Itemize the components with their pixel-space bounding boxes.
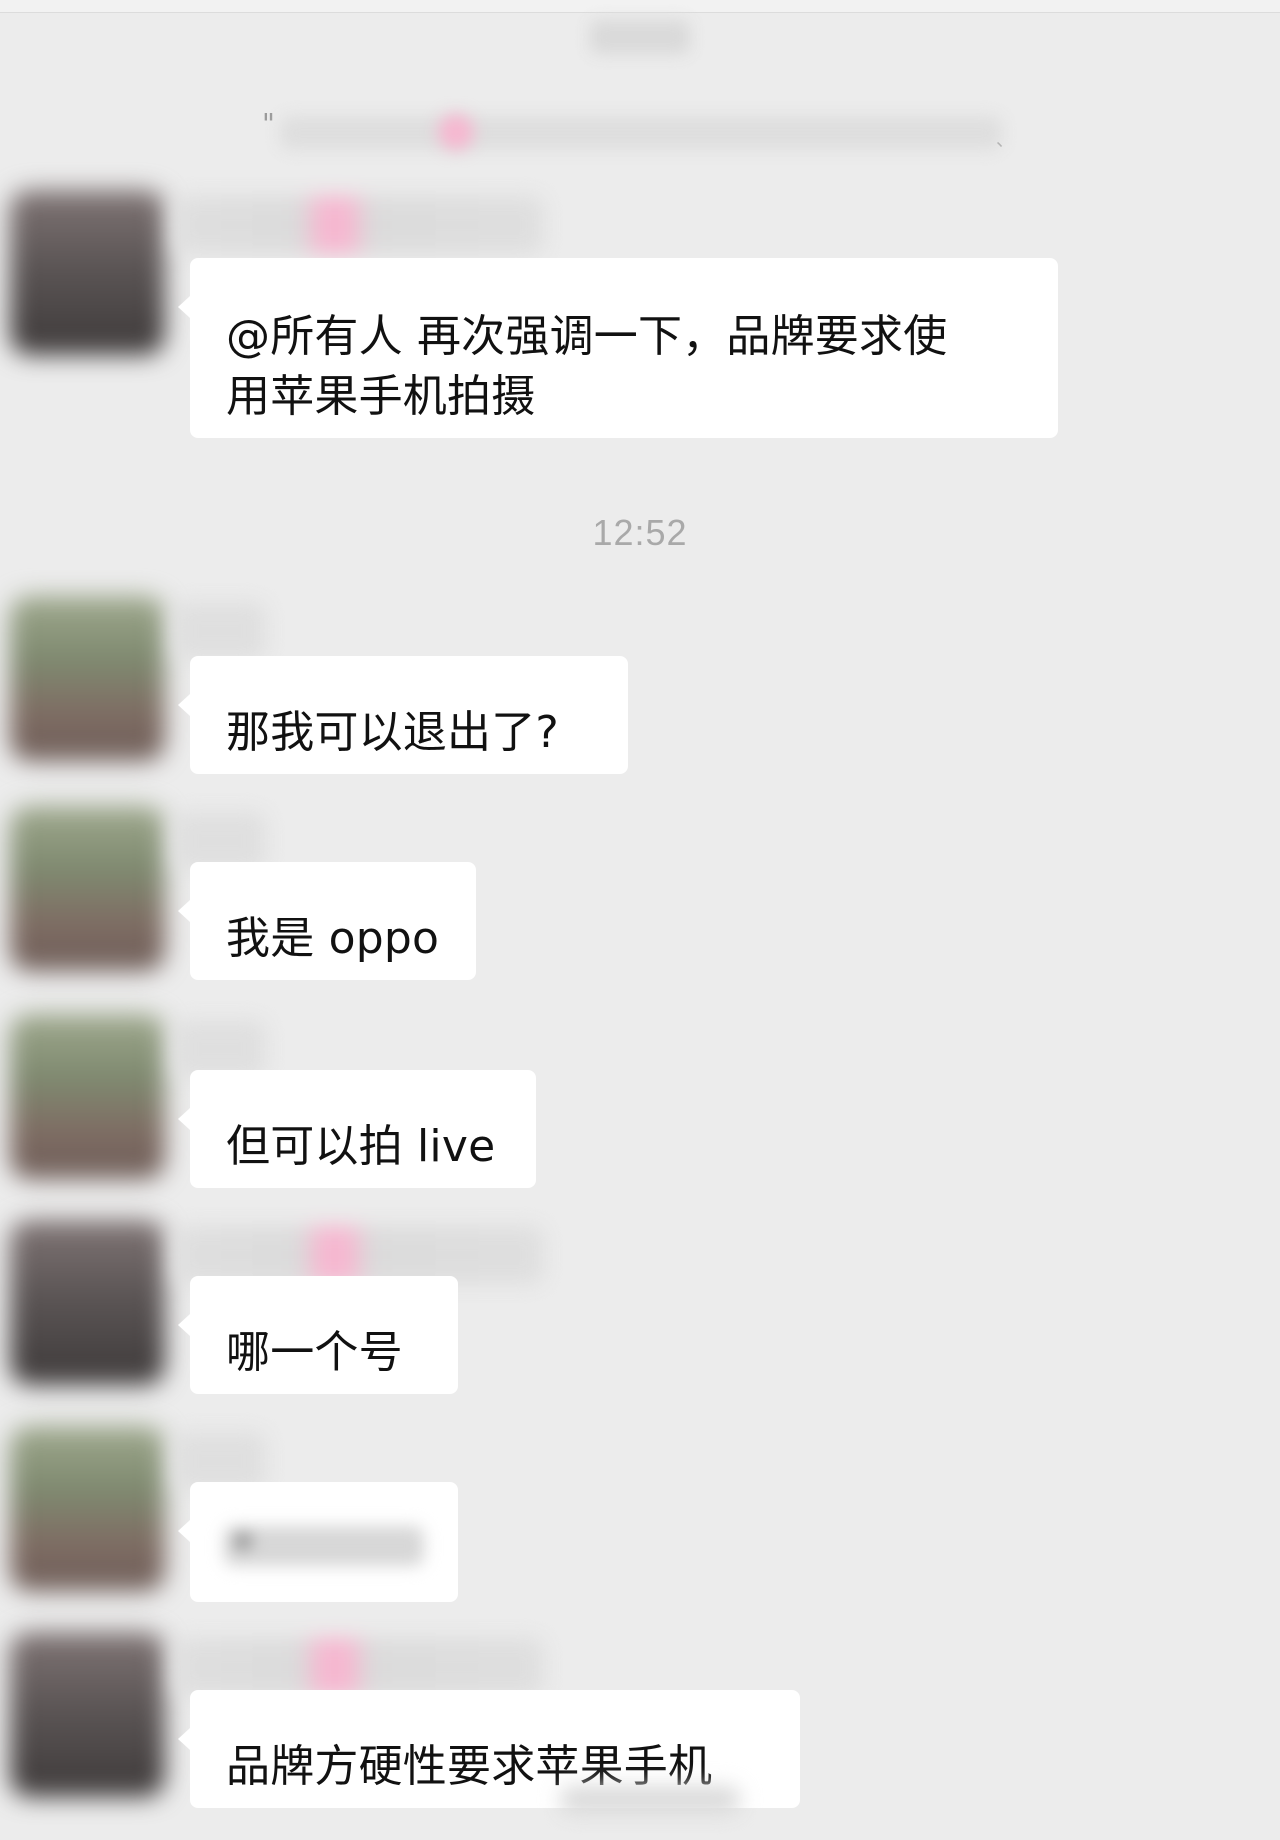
blurred-header-text	[590, 20, 690, 54]
blurred-sender-name	[174, 1638, 544, 1696]
message-bubble[interactable]: 但可以拍 live	[178, 1070, 536, 1188]
avatar[interactable]	[10, 1014, 165, 1179]
avatar[interactable]	[10, 806, 165, 971]
message-bubble[interactable]: 哪一个号	[178, 1276, 458, 1394]
chat-timestamp: 12:52	[592, 512, 688, 553]
message-text: @所有人 再次强调一下，品牌要求使 用苹果手机拍摄	[226, 311, 948, 422]
avatar[interactable]	[10, 596, 165, 761]
message-bubble[interactable]	[178, 1482, 458, 1602]
blurred-message-text	[224, 1526, 424, 1566]
blurred-quoted-text	[280, 116, 1002, 150]
avatar[interactable]	[10, 190, 165, 355]
blurred-sender-name	[174, 602, 266, 660]
message-text: 哪一个号	[226, 1327, 403, 1378]
message-text: 但可以拍 live	[226, 1121, 496, 1172]
message-bubble[interactable]: @所有人 再次强调一下，品牌要求使 用苹果手机拍摄	[178, 258, 1058, 438]
message-text: 我是 oppo	[226, 913, 440, 964]
blurred-pink-emoji	[438, 114, 474, 150]
quoted-message-strip[interactable]: " 、	[262, 107, 1014, 156]
message-bubble[interactable]: 那我可以退出了?	[178, 656, 628, 774]
quote-mark: "	[262, 107, 275, 140]
message-bubble[interactable]: 我是 oppo	[178, 862, 476, 980]
avatar[interactable]	[10, 1632, 165, 1797]
blurred-bottom-text	[560, 1786, 740, 1814]
top-divider	[0, 0, 1280, 13]
avatar[interactable]	[10, 1220, 165, 1385]
message-text: 那我可以退出了?	[226, 707, 559, 758]
blurred-sender-name	[174, 196, 544, 254]
quote-end-mark: 、	[996, 130, 1014, 151]
avatar[interactable]	[10, 1426, 165, 1591]
